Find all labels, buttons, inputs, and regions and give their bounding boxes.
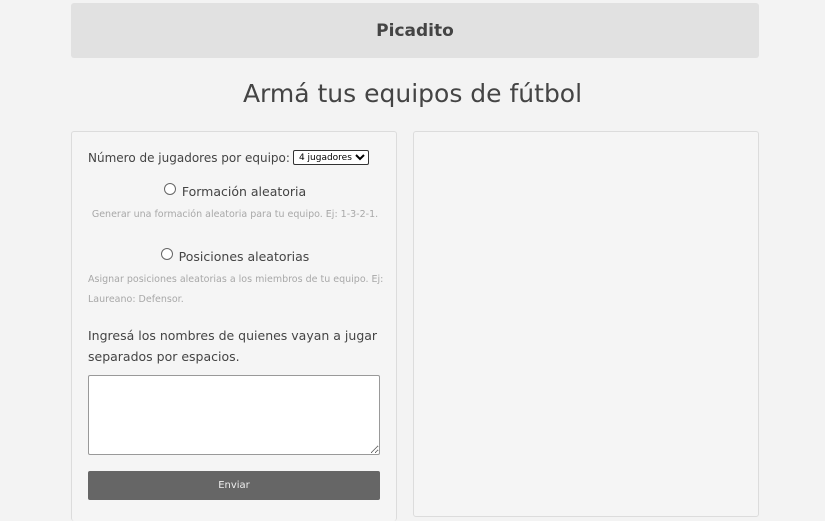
players-per-team-row: Número de jugadores por equipo: 4 jugado…	[88, 150, 369, 165]
player-names-label: Ingresá los nombres de quienes vayan a j…	[88, 328, 378, 364]
players-per-team-select[interactable]: 4 jugadores	[292, 150, 369, 165]
app-title: Picadito	[376, 20, 454, 41]
random-formation-label[interactable]: Formación aleatoria	[182, 184, 306, 199]
submit-button[interactable]: Enviar	[88, 471, 380, 500]
app-header: Picadito	[71, 3, 759, 58]
player-names-textarea[interactable]	[88, 375, 380, 455]
page-title: Armá tus equipos de fútbol	[242, 79, 583, 108]
random-positions-option[interactable]: Posiciones aleatorias	[72, 247, 398, 264]
random-positions-hint-line1: Asignar posiciones aleatorias a los miem…	[88, 274, 384, 285]
random-positions-radio[interactable]	[160, 247, 173, 260]
teams-result-panel	[413, 131, 759, 517]
team-form-panel: Número de jugadores por equipo: 4 jugado…	[71, 131, 397, 521]
players-per-team-label: Número de jugadores por equipo:	[88, 150, 290, 165]
random-formation-hint: Generar una formación aleatoria para tu …	[91, 209, 379, 220]
random-formation-option[interactable]: Formación aleatoria	[72, 182, 398, 199]
random-positions-label[interactable]: Posiciones aleatorias	[179, 249, 310, 264]
random-positions-hint-line2: Laureano: Defensor.	[88, 294, 184, 305]
random-formation-radio[interactable]	[163, 182, 176, 195]
